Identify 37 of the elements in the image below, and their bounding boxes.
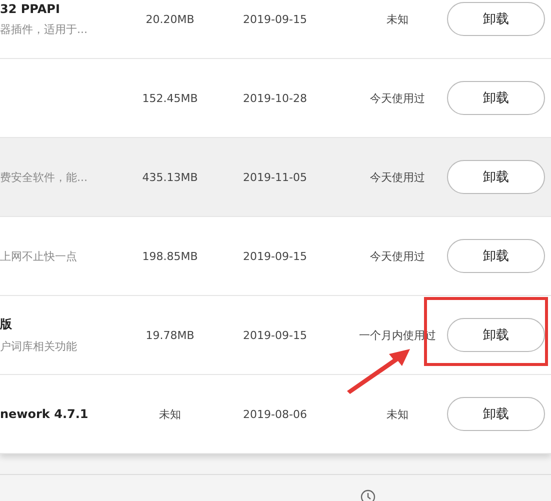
app-row[interactable]: 32 PPAPI 器插件，适用于... 20.20MB 2019-09-15 未知 卸载 <box>0 0 551 59</box>
app-name: nework 4.7.1 <box>0 407 90 421</box>
install-date: 2019-08-06 <box>243 408 307 420</box>
app-row[interactable]: 费安全软件，能... 435.13MB 2019-11-05 今天使用过 卸载 <box>0 138 551 217</box>
app-name: 32 PPAPI <box>0 2 61 16</box>
uninstall-button[interactable]: 卸载 <box>447 160 545 194</box>
app-description: 上网不止快一点 <box>0 248 78 264</box>
uninstall-button[interactable]: 卸载 <box>447 318 545 352</box>
install-date: 2019-11-05 <box>243 170 307 184</box>
app-name: 版 <box>0 316 13 333</box>
install-date: 2019-09-15 <box>243 328 307 342</box>
usage-status: 未知 <box>386 12 408 26</box>
app-row[interactable]: nework 4.7.1 未知 2019-08-06 未知 卸载 <box>0 375 551 454</box>
clock-icon <box>360 489 376 501</box>
app-size: 152.45MB <box>142 92 198 104</box>
uninstall-button[interactable]: 卸载 <box>447 239 545 273</box>
uninstall-button[interactable]: 卸载 <box>447 2 545 36</box>
install-date: 2019-09-15 <box>243 12 307 26</box>
usage-status: 今天使用过 <box>370 170 425 184</box>
app-size: 19.78MB <box>146 328 194 342</box>
app-description: 费安全软件，能... <box>0 170 88 184</box>
usage-status: 今天使用过 <box>370 90 425 106</box>
app-size: 未知 <box>159 406 181 422</box>
app-description: 器插件，适用于... <box>0 22 88 36</box>
app-size: 435.13MB <box>142 170 198 184</box>
uninstall-button[interactable]: 卸载 <box>447 397 545 431</box>
app-size: 198.85MB <box>142 250 198 262</box>
app-row[interactable]: 152.45MB 2019-10-28 今天使用过 卸载 <box>0 59 551 138</box>
app-row[interactable]: 上网不止快一点 198.85MB 2019-09-15 今天使用过 卸载 <box>0 217 551 296</box>
install-date: 2019-09-15 <box>243 250 307 262</box>
usage-status: 今天使用过 <box>370 248 425 264</box>
app-description: 户词库相关功能 <box>0 339 78 354</box>
app-size: 20.20MB <box>146 12 194 26</box>
pointer-arrow <box>347 349 410 394</box>
uninstall-button[interactable]: 卸载 <box>447 81 545 115</box>
install-date: 2019-10-28 <box>243 92 307 104</box>
usage-status: 未知 <box>386 406 408 422</box>
